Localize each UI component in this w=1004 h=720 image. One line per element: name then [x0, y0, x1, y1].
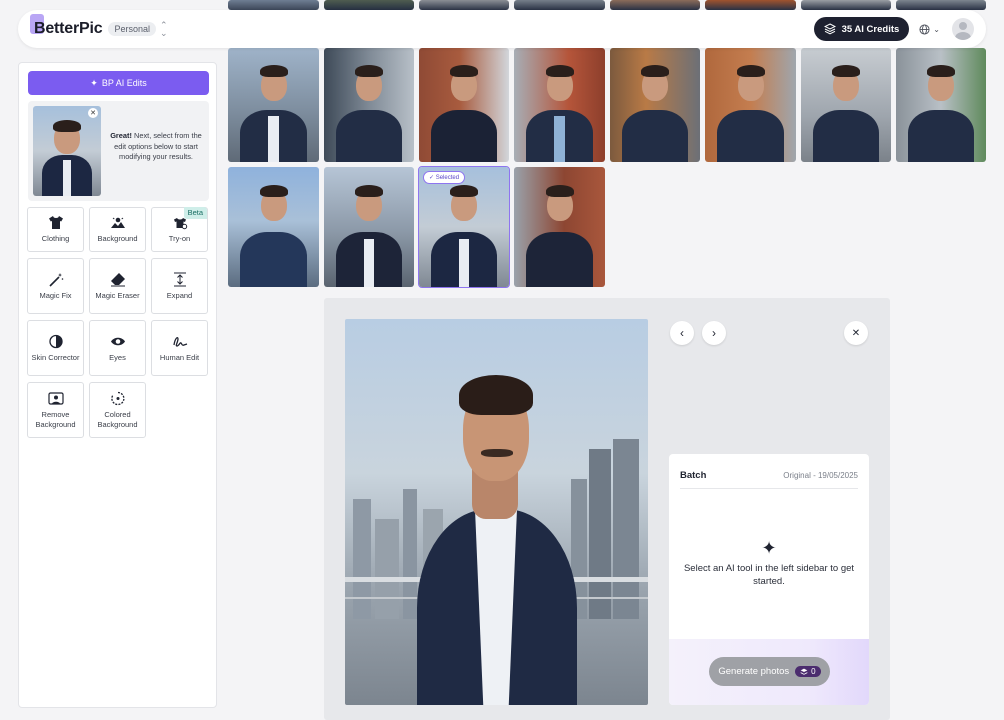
- photo-detail-panel: ‹ › ✕ Batch Original - 19/05/2025 ✦ Sele…: [324, 298, 890, 720]
- signature-icon: [172, 336, 187, 347]
- tool-label: Magic Fix: [39, 290, 72, 300]
- batch-header: Batch Original - 19/05/2025: [680, 463, 858, 489]
- avatar[interactable]: [952, 18, 974, 40]
- top-bar: BetterPic Personal ⌃ ⌄ 35 AI Credits ⌄: [18, 10, 986, 48]
- photo-thumbnail[interactable]: [705, 48, 796, 162]
- tool-label: Human Edit: [159, 352, 200, 362]
- tool-magic-eraser[interactable]: Magic Eraser: [89, 258, 146, 314]
- tool-label: Eyes: [109, 352, 126, 362]
- photo-thumbnail[interactable]: [514, 0, 605, 10]
- photo-thumbnail[interactable]: [228, 167, 319, 287]
- tool-expand[interactable]: Expand: [151, 258, 208, 314]
- chevron-left-icon: ‹: [680, 326, 684, 340]
- ai-edits-sidebar: ✦ BP AI Edits ✕ Great! Next, select from…: [18, 62, 217, 708]
- eraser-icon: [110, 272, 125, 286]
- photo-thumbnail[interactable]: [801, 0, 891, 10]
- beta-badge: Beta: [183, 207, 207, 219]
- magic-wand-icon: [48, 272, 63, 287]
- credits-label: 35 AI Credits: [841, 23, 900, 35]
- generate-label: Generate photos: [718, 666, 790, 677]
- tool-colored-background[interactable]: Colored Background: [89, 382, 146, 438]
- tool-label: Try-on: [168, 234, 191, 243]
- workspace-badge[interactable]: Personal: [108, 22, 156, 36]
- ai-edits-button[interactable]: ✦ BP AI Edits: [28, 71, 209, 95]
- eye-icon: [110, 337, 125, 345]
- ai-edits-label: BP AI Edits: [101, 78, 147, 88]
- photo-thumbnail-selected[interactable]: ✓ Selected: [418, 166, 510, 288]
- sparkles-icon: ✦: [761, 538, 777, 558]
- main-photo: [345, 319, 648, 705]
- photo-thumbnail[interactable]: [896, 0, 986, 10]
- language-button[interactable]: ⌄: [919, 23, 940, 35]
- photo-thumbnail[interactable]: [324, 48, 414, 162]
- colored-bg-icon: [110, 391, 124, 405]
- close-button[interactable]: ✕: [844, 321, 868, 345]
- logo[interactable]: BetterPic: [30, 14, 103, 38]
- tool-label: Expand: [166, 290, 193, 300]
- photo-thumbnail[interactable]: [705, 0, 796, 10]
- tshirt-icon: [48, 216, 63, 229]
- chevron-up-down-icon[interactable]: ⌃ ⌄: [160, 21, 168, 38]
- previous-button[interactable]: ‹: [670, 321, 694, 345]
- tool-remove-background[interactable]: Remove Background: [27, 382, 84, 438]
- sparkle-icon: ✦: [90, 77, 98, 88]
- photo-thumbnail[interactable]: [324, 0, 414, 10]
- selected-preview-card: ✕ Great! Next, select from the edit opti…: [28, 101, 209, 201]
- photo-thumbnail[interactable]: [896, 48, 986, 162]
- tool-eyes[interactable]: Eyes: [89, 320, 146, 376]
- tool-label: Remove Background: [35, 409, 76, 429]
- photo-thumbnail[interactable]: [610, 48, 700, 162]
- photo-thumbnail[interactable]: [228, 48, 319, 162]
- landscape-icon: [110, 217, 125, 228]
- close-icon: ✕: [851, 327, 861, 339]
- layers-icon: [800, 668, 808, 675]
- photo-thumbnail[interactable]: [228, 0, 319, 10]
- tool-human-edit[interactable]: Human Edit: [151, 320, 208, 376]
- chevron-right-icon: ›: [712, 326, 716, 340]
- tool-skin-corrector[interactable]: Skin Corrector: [27, 320, 84, 376]
- logo-text: BetterPic: [34, 20, 103, 37]
- credit-cost: 0: [811, 667, 816, 676]
- remove-bg-icon: [47, 391, 64, 405]
- tool-label: Magic Eraser: [95, 290, 140, 300]
- photo-thumbnail[interactable]: [514, 167, 605, 287]
- photo-thumbnail[interactable]: [324, 167, 414, 287]
- batch-footer: Generate photos 0: [669, 639, 869, 705]
- contrast-icon: [48, 334, 63, 348]
- photo-thumbnail[interactable]: [514, 48, 605, 162]
- batch-meta: Original - 19/05/2025: [783, 471, 858, 480]
- tool-label: Background: [97, 234, 138, 243]
- tool-clothing[interactable]: Clothing: [27, 207, 84, 252]
- credits-button[interactable]: 35 AI Credits: [813, 17, 910, 41]
- generate-photos-button[interactable]: Generate photos 0: [709, 657, 830, 686]
- tool-label: Clothing: [41, 234, 70, 243]
- credit-cost-badge: 0: [795, 666, 821, 677]
- preview-image: [33, 106, 101, 196]
- tool-background[interactable]: Background: [89, 207, 146, 252]
- selected-chip: ✓ Selected: [423, 171, 466, 184]
- expand-icon: [173, 272, 186, 286]
- chevron-down-icon: ⌄: [933, 24, 940, 34]
- globe-icon: [919, 23, 930, 35]
- photo-thumbnail[interactable]: [419, 48, 509, 162]
- tool-label: Skin Corrector: [31, 352, 80, 362]
- batch-title: Batch: [680, 470, 707, 481]
- photo-thumbnail[interactable]: [801, 48, 891, 162]
- tool-magic-fix[interactable]: Magic Fix: [27, 258, 84, 314]
- tool-label: Colored Background: [97, 409, 138, 429]
- layers-icon: [823, 23, 836, 35]
- batch-empty-state: ✦ Select an AI tool in the left sidebar …: [679, 538, 859, 588]
- next-button[interactable]: ›: [702, 321, 726, 345]
- batch-message: Select an AI tool in the left sidebar to…: [683, 563, 855, 587]
- close-icon[interactable]: ✕: [88, 108, 98, 118]
- batch-card: Batch Original - 19/05/2025 ✦ Select an …: [669, 454, 869, 705]
- photo-thumbnail[interactable]: [610, 0, 700, 10]
- photo-thumbnail[interactable]: [419, 0, 509, 10]
- preview-instructions: Great! Next, select from the edit option…: [110, 131, 202, 161]
- tool-try-on[interactable]: Beta Try-on: [151, 207, 208, 252]
